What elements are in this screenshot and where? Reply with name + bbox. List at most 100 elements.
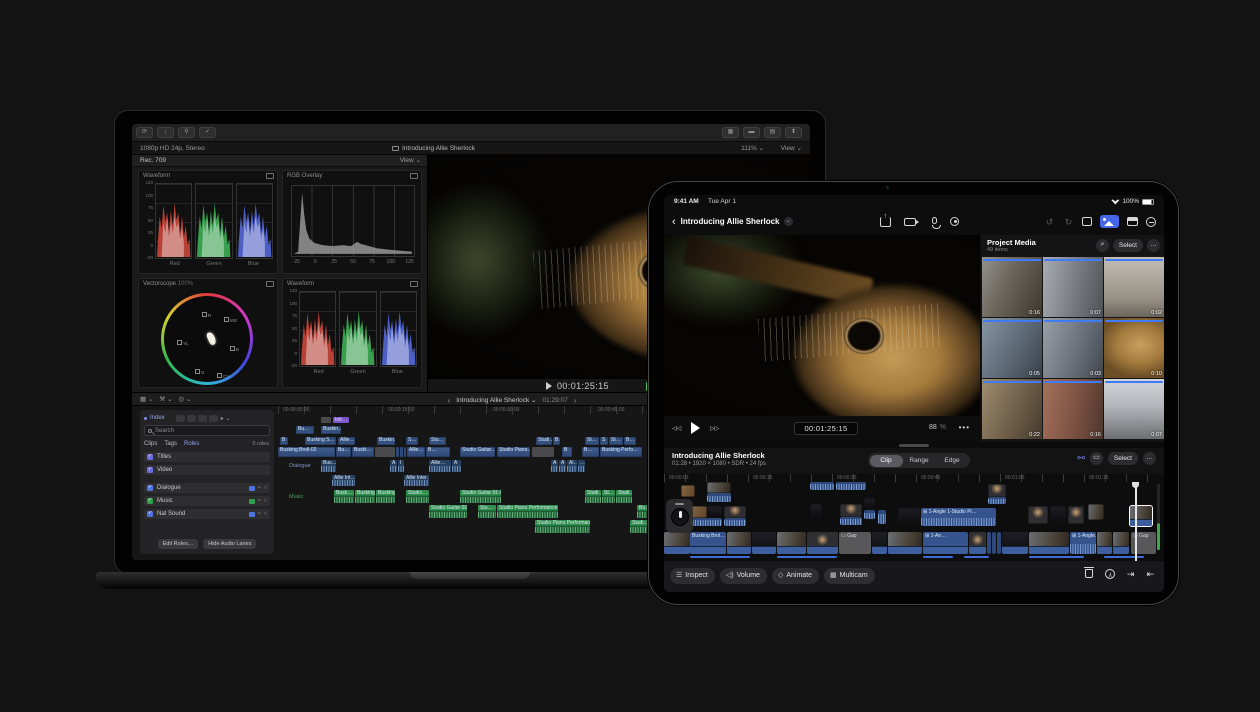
add-clip-icon[interactable] bbox=[1127, 217, 1138, 226]
role-row[interactable]: Video bbox=[144, 465, 270, 475]
timeline-select-button[interactable]: Select bbox=[1108, 452, 1138, 465]
edit-mode-segmented-control[interactable]: ClipRangeEdge bbox=[868, 453, 970, 468]
solo-icon[interactable]: ○ bbox=[264, 511, 267, 517]
timeline-clip[interactable]: S… bbox=[406, 437, 418, 445]
scopes-view-dropdown[interactable]: View ⌄ bbox=[400, 155, 421, 167]
role-row[interactable]: Nat Sound≈○ bbox=[144, 509, 270, 519]
media-thumbnail[interactable]: 0:05 bbox=[982, 318, 1042, 378]
delete-icon[interactable] bbox=[1085, 569, 1093, 578]
timeline-clip[interactable]: Allie Int… bbox=[332, 475, 355, 486]
fullscreen-icon[interactable] bbox=[1082, 217, 1092, 226]
media-thumbnail[interactable]: 0:07 bbox=[1104, 379, 1164, 439]
timeline-clip[interactable] bbox=[752, 532, 776, 554]
title-menu-icon[interactable]: ⌄ bbox=[784, 217, 793, 226]
scope-settings-icon[interactable] bbox=[266, 281, 274, 287]
media-thumbnail[interactable]: 0:22 bbox=[982, 379, 1042, 439]
timeline-clip[interactable] bbox=[375, 447, 395, 457]
timeline-clip[interactable] bbox=[864, 510, 875, 519]
jog-handle[interactable] bbox=[675, 503, 684, 505]
timeline-clip[interactable] bbox=[810, 504, 822, 518]
tools-menu-icon[interactable]: ⚒ ⌄ bbox=[159, 395, 172, 403]
timeline-clip[interactable]: B bbox=[562, 447, 572, 457]
tasks-icon[interactable]: ✓ bbox=[199, 127, 216, 138]
viewer-zoom-dropdown[interactable]: 111% ⌄ bbox=[741, 142, 764, 155]
media-thumbnail[interactable]: 0:16 bbox=[982, 257, 1042, 317]
timeline-clip[interactable] bbox=[964, 556, 989, 558]
timeline-clip[interactable]: Busking… bbox=[355, 490, 375, 503]
index-tab[interactable]: Index bbox=[150, 415, 165, 421]
timeline-clip[interactable]: Studio Piano Performance bbox=[535, 520, 590, 533]
timeline-clip[interactable]: Allie… bbox=[429, 460, 451, 472]
timeline-clip[interactable]: B… bbox=[553, 437, 560, 445]
timeline-clip[interactable] bbox=[1088, 504, 1104, 520]
timeline-clip[interactable]: Stu… bbox=[478, 505, 496, 518]
timeline-clip[interactable]: Allie… bbox=[407, 447, 425, 457]
timeline-clip[interactable] bbox=[1028, 506, 1048, 524]
timeline-clip[interactable]: Studio… bbox=[406, 490, 429, 503]
undo-icon[interactable]: ↺ bbox=[1044, 217, 1055, 227]
key-icon[interactable]: ⚲ bbox=[178, 127, 195, 138]
timeline-clip[interactable]: Busking Brol… bbox=[690, 532, 726, 554]
timeline-clip[interactable] bbox=[707, 493, 731, 502]
download-icon[interactable]: ↓ bbox=[157, 127, 174, 138]
viewer-zoom-control[interactable]: 88% bbox=[929, 424, 946, 431]
timeline-clip[interactable]: Studio Piano… bbox=[497, 447, 530, 457]
timeline-clip[interactable] bbox=[707, 506, 722, 518]
search-icon[interactable]: ⌕ bbox=[1096, 239, 1109, 252]
waveform-icon[interactable]: ≈ bbox=[258, 485, 261, 491]
timeline-clip[interactable] bbox=[1029, 556, 1084, 558]
timeline-clip[interactable]: Busking S… bbox=[305, 437, 336, 445]
timeline-clip[interactable]: Buski… bbox=[352, 447, 374, 457]
timeline-clip[interactable] bbox=[987, 532, 991, 554]
media-thumbnail[interactable]: 0:16 bbox=[1043, 379, 1103, 439]
back-chevron-icon[interactable]: ‹ bbox=[672, 216, 676, 228]
timeline-clip[interactable]: Bus… bbox=[321, 460, 336, 472]
media-thumbnail[interactable]: 0:07 bbox=[1043, 257, 1103, 317]
timeline-clip[interactable]: Buskin… bbox=[377, 437, 395, 445]
timeline-clip[interactable]: A bbox=[559, 460, 566, 472]
volume-button[interactable]: ◁)Volume bbox=[720, 568, 767, 584]
timeline-clip[interactable]: A bbox=[551, 460, 558, 472]
browser-layout-icon[interactable]: ▦ bbox=[722, 127, 739, 138]
timeline-clip[interactable] bbox=[1050, 506, 1066, 524]
timeline-clip[interactable]: Studi… bbox=[585, 490, 601, 503]
timeline-clip[interactable] bbox=[707, 482, 731, 493]
timeline-clip[interactable] bbox=[997, 532, 1001, 554]
waveform-icon[interactable]: ≈ bbox=[258, 511, 261, 517]
timeline-clip[interactable]: A bbox=[452, 460, 461, 472]
waveform-icon[interactable]: ≈ bbox=[258, 498, 261, 504]
timeline-clip[interactable] bbox=[969, 532, 986, 554]
timeline-clip[interactable] bbox=[988, 497, 1006, 504]
media-thumbnail[interactable]: 0:02 bbox=[1104, 257, 1164, 317]
redo-icon[interactable]: ↻ bbox=[1063, 217, 1074, 227]
more-icon[interactable]: … bbox=[1147, 239, 1160, 252]
timeline-clip[interactable] bbox=[988, 484, 1006, 497]
timeline-clip[interactable]: I bbox=[398, 460, 404, 472]
timeline-clip[interactable]: Al… bbox=[567, 460, 577, 472]
viewer-more-icon[interactable]: ••• bbox=[959, 423, 970, 432]
playhead-handle[interactable] bbox=[1132, 482, 1139, 488]
scope-settings-icon[interactable] bbox=[410, 173, 418, 179]
timeline-clip[interactable] bbox=[724, 506, 746, 518]
solo-icon[interactable]: ○ bbox=[264, 498, 267, 504]
media-browser-icon[interactable] bbox=[1100, 215, 1119, 228]
role-row[interactable]: Music≈○ bbox=[144, 496, 270, 506]
timeline-clip[interactable] bbox=[777, 532, 806, 554]
timeline-clip[interactable] bbox=[836, 482, 866, 490]
timeline-clip[interactable]: … bbox=[578, 460, 585, 472]
timeline-clip[interactable]: St… bbox=[585, 437, 599, 445]
role-row[interactable]: Dialogue≈○ bbox=[144, 483, 270, 493]
timeline-clip[interactable]: B… bbox=[426, 447, 450, 457]
scope-settings-icon[interactable] bbox=[410, 281, 418, 287]
jog-wheel-panel[interactable] bbox=[666, 499, 693, 533]
project-title[interactable]: Introducing Allie Sherlock bbox=[681, 217, 780, 226]
animate-button[interactable]: ◇Animate bbox=[772, 568, 819, 584]
timeline-clip[interactable] bbox=[923, 556, 953, 558]
timeline-clip[interactable]: ⊞ 1-An… bbox=[923, 532, 968, 554]
import-icon[interactable] bbox=[880, 217, 891, 227]
timeline-clip[interactable]: Studio Guitar 01 P… bbox=[460, 490, 501, 503]
checkbox[interactable] bbox=[147, 467, 153, 473]
timeline-clip[interactable]: ⊞ 1-Angle… bbox=[1070, 532, 1096, 554]
timeline-clip[interactable]: Studi… bbox=[616, 490, 632, 503]
retime-menu-icon[interactable]: ◎ ⌄ bbox=[179, 395, 192, 403]
